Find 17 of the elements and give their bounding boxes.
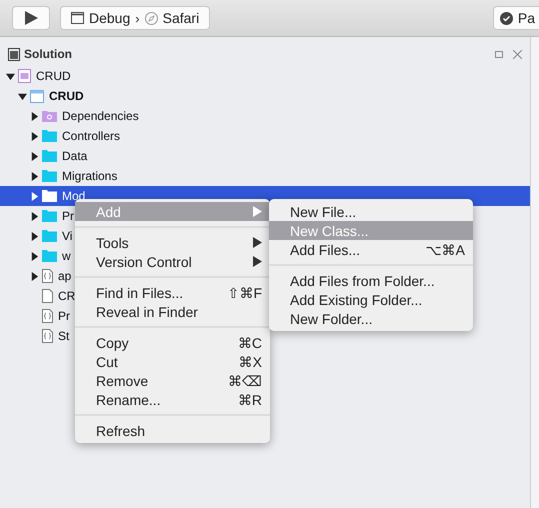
configuration-label: Debug xyxy=(89,10,130,26)
item-label: Pr xyxy=(62,209,74,223)
item-label: CRUD xyxy=(36,69,71,83)
item-label: CRUD xyxy=(49,89,84,103)
item-label: Pr xyxy=(58,309,70,323)
item-label: w xyxy=(62,249,71,263)
item-label: Migrations xyxy=(62,169,118,183)
breadcrumb-separator: › xyxy=(135,10,140,26)
item-label: ap xyxy=(58,269,72,283)
target-label: Safari xyxy=(162,10,200,26)
panel-title: Solution xyxy=(24,47,73,61)
item-label: Dependencies xyxy=(62,109,139,123)
item-label: CR xyxy=(58,289,76,303)
item-label: St xyxy=(58,329,70,343)
item-label: Controllers xyxy=(62,129,120,143)
item-label: Vi xyxy=(62,229,72,243)
item-label: Data xyxy=(62,149,88,163)
